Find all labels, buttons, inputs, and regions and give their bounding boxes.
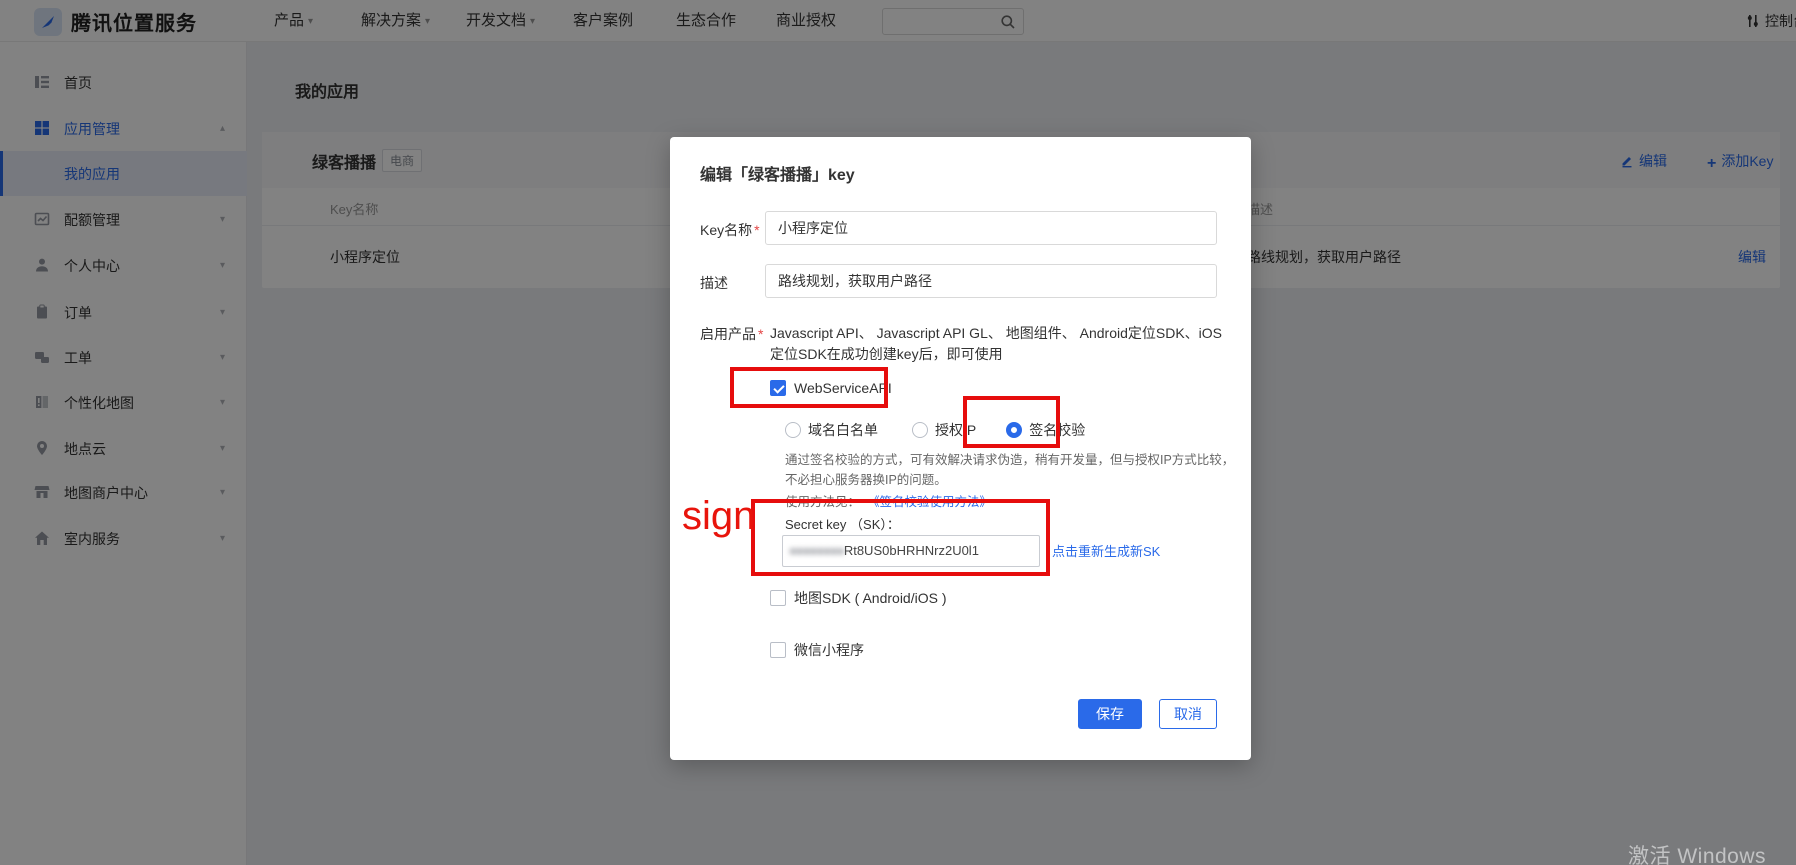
required-asterisk: * <box>754 222 759 238</box>
desc-input[interactable] <box>765 264 1217 298</box>
checkbox-unchecked-icon[interactable] <box>770 642 786 658</box>
annotation-sign-text: sign <box>682 494 755 539</box>
key-name-input[interactable] <box>765 211 1217 245</box>
radio-signature-verify[interactable]: 签名校验 <box>1006 420 1085 440</box>
radio-selected-icon[interactable] <box>1006 422 1022 438</box>
secret-key-masked: ●●●●●●●● <box>789 543 844 558</box>
radio-domain-whitelist[interactable]: 域名白名单 <box>785 420 878 440</box>
modal-title: 编辑「绿客播播」key <box>700 161 855 185</box>
webservice-checkbox-row[interactable]: WebServiceAPI <box>770 380 892 396</box>
desc-label: 描述 <box>700 273 728 293</box>
radio-unselected-icon[interactable] <box>785 422 801 438</box>
regenerate-sk-link[interactable]: 点击重新生成新SK <box>1052 541 1160 560</box>
secret-key-input[interactable]: ●●●●●●●●Rt8US0bHRHNrz2U0l1 <box>782 535 1040 567</box>
auth-method-radios: 域名白名单 授权IP 签名校验 <box>785 420 1085 440</box>
usage-line: 使用方法见： 《签名校验使用方法》 <box>785 491 992 510</box>
checkbox-checked-icon[interactable] <box>770 380 786 396</box>
usage-method-link[interactable]: 《签名校验使用方法》 <box>867 495 992 509</box>
edit-key-modal: 编辑「绿客播播」key Key名称* 描述 启用产品* Javascript A… <box>670 137 1251 760</box>
wechat-mini-checkbox-row[interactable]: 微信小程序 <box>770 640 864 660</box>
radio-unselected-icon[interactable] <box>912 422 928 438</box>
products-description: Javascript API、 Javascript API GL、 地图组件、… <box>770 323 1226 365</box>
signature-description: 通过签名校验的方式，可有效解决请求伪造，稍有开发量，但与授权IP方式比较， 不必… <box>785 450 1237 490</box>
save-button[interactable]: 保存 <box>1078 699 1142 729</box>
key-name-label: Key名称* <box>700 220 760 240</box>
map-sdk-checkbox-row[interactable]: 地图SDK ( Android/iOS ) <box>770 588 947 608</box>
secret-key-label: Secret key （SK）： <box>785 514 900 533</box>
checkbox-unchecked-icon[interactable] <box>770 590 786 606</box>
cancel-button[interactable]: 取消 <box>1159 699 1217 729</box>
secret-key-visible: Rt8US0bHRHNrz2U0l1 <box>844 543 979 558</box>
radio-authorized-ip[interactable]: 授权IP <box>912 420 976 440</box>
products-label: 启用产品* <box>700 324 763 344</box>
required-asterisk: * <box>758 326 763 342</box>
